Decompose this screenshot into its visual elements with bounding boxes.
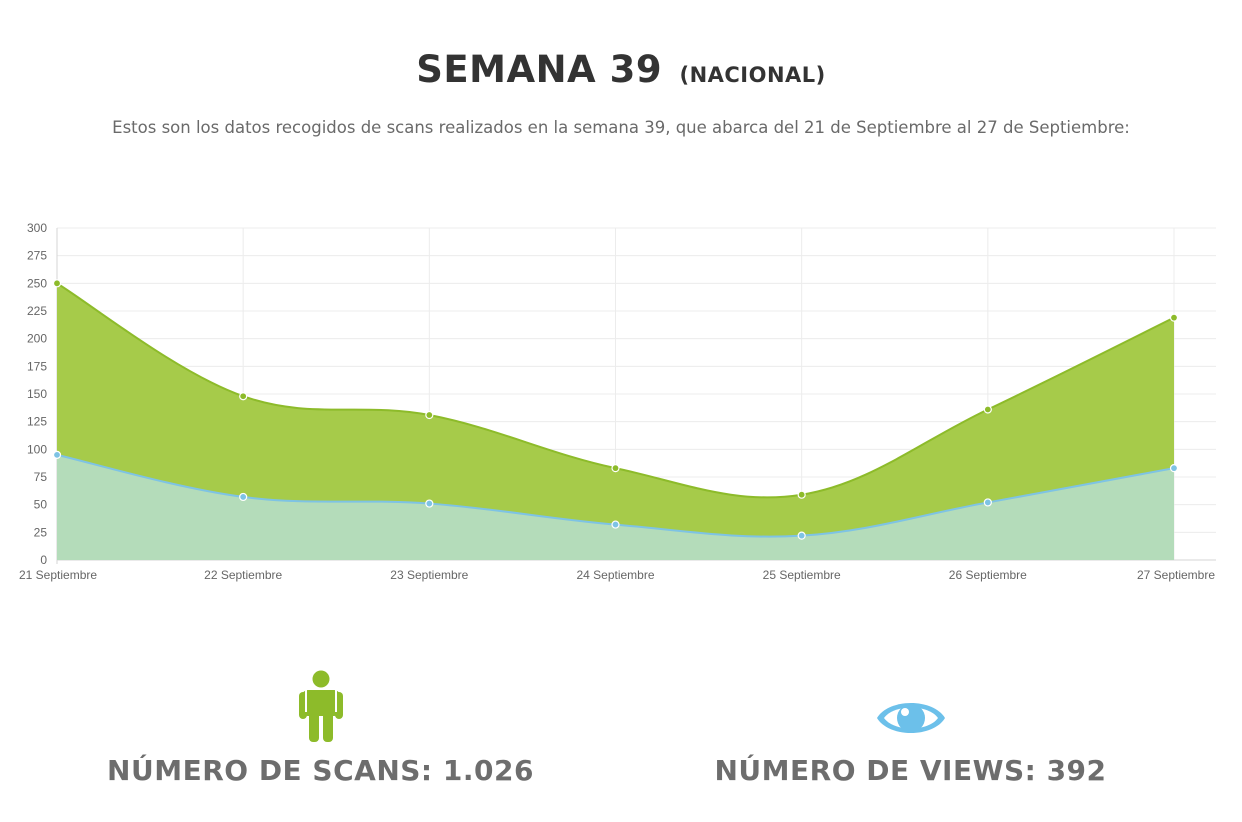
series-1-point (983, 498, 992, 507)
series-1-point (1169, 464, 1179, 473)
series-1-point (239, 492, 248, 502)
views-stat: NÚMERO DE VIEWS: 392 (600, 660, 1221, 787)
views-count: NÚMERO DE VIEWS: 392 (714, 754, 1107, 787)
x-tick-label: 21 Septiembre (19, 568, 97, 582)
series-0-point (239, 392, 248, 401)
y-tick-label: 225 (27, 304, 47, 318)
y-tick-label: 25 (34, 525, 48, 539)
y-tick-label: 50 (34, 498, 48, 512)
series-0-point (1169, 313, 1179, 322)
y-tick-label: 200 (27, 332, 47, 346)
page-subtitle: Estos son los datos recogidos de scans r… (112, 118, 1130, 137)
y-tick-label: 250 (27, 276, 47, 290)
scans-stat: NÚMERO DE SCANS: 1.026 (10, 660, 631, 787)
page-title-week: SEMANA 39 (416, 48, 663, 91)
y-tick-label: 0 (40, 553, 47, 567)
series-0-point (52, 279, 62, 288)
eye-icon (876, 703, 945, 733)
x-tick-label: 23 Septiembre (390, 568, 468, 582)
y-tick-label: 125 (27, 415, 47, 429)
y-tick-label: 300 (27, 221, 47, 235)
page-title-region: (NACIONAL) (679, 63, 826, 87)
y-tick-label: 175 (27, 359, 47, 373)
series-0-point (797, 490, 806, 499)
scans-count: NÚMERO DE SCANS: 1.026 (107, 754, 534, 787)
y-tick-label: 100 (27, 442, 47, 456)
series-0-point (425, 410, 434, 420)
page-title: SEMANA 39 (NACIONAL) (0, 48, 1242, 91)
series-1-point (425, 499, 434, 508)
y-tick-label: 275 (27, 249, 47, 263)
series-1-point (797, 531, 806, 540)
y-tick-label: 150 (27, 387, 47, 401)
x-tick-label: 25 Septiembre (763, 568, 841, 582)
series-0-point (983, 405, 992, 414)
series-1-point (611, 520, 620, 529)
x-tick-label: 22 Septiembre (204, 568, 282, 582)
series-0-point (611, 464, 620, 473)
y-tick-label: 75 (34, 470, 48, 484)
person-icon (298, 670, 343, 742)
x-tick-label: 27 Septiembre (1137, 568, 1215, 582)
x-tick-label: 26 Septiembre (949, 568, 1027, 582)
scans-views-area-chart: 0 25 50 75 100 125 150 175 200 225 250 275 300 21 Sep… (19, 221, 1216, 582)
x-tick-label: 24 Septiembre (576, 568, 654, 582)
series-1-point (52, 450, 62, 459)
